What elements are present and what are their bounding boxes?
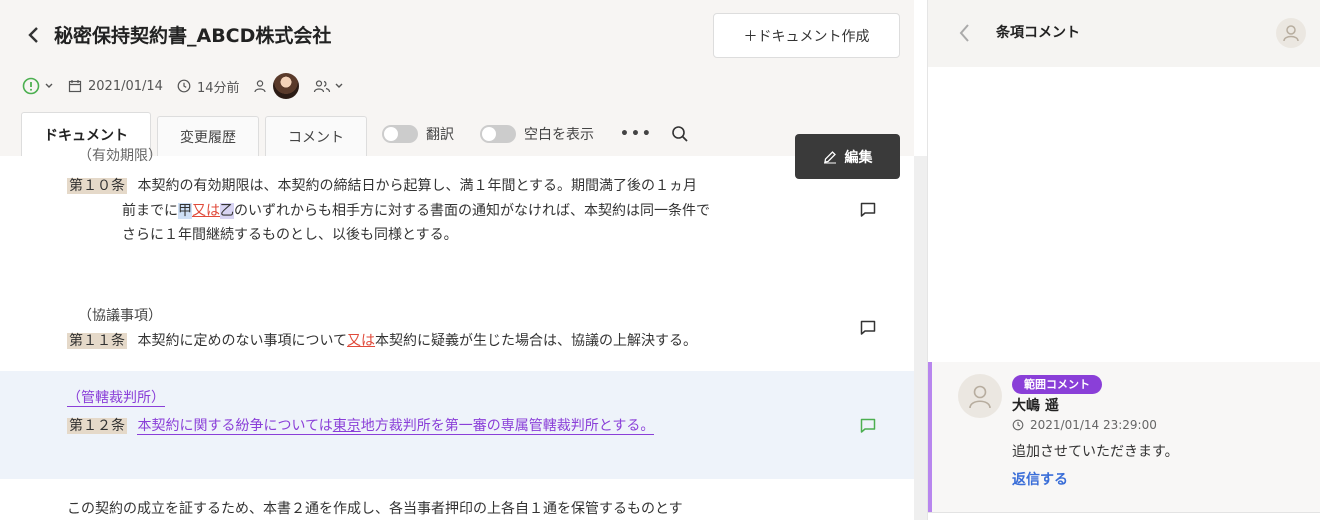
document-tabs: ドキュメント 変更履歴 コメント	[21, 112, 373, 156]
calendar-icon	[68, 80, 82, 93]
people-icon	[314, 80, 331, 93]
show-blank-label: 空白を表示	[524, 127, 594, 143]
alert-circle-icon	[22, 77, 40, 95]
edit-label: 編集	[844, 149, 873, 166]
main-pane: 秘密保持契約書_ABCD株式会社 ＋ドキュメント作成 2021/01/14 14…	[0, 0, 914, 520]
chevron-left-icon	[28, 27, 38, 43]
date-info: 2021/01/14	[68, 79, 163, 94]
document-body: （有効期限） 第１０条 本契約の有効期限は、本契約の締結日から起算し、満１年間と…	[0, 148, 914, 520]
comment-panel: 条項コメント 範囲コメント 大嶋 遥 2021/01/14 23:29:00 追…	[928, 0, 1320, 520]
article-10-line-1: 第１０条 本契約の有効期限は、本契約の締結日から起算し、満１年間とする。期間満了…	[67, 174, 697, 198]
chevron-down-icon	[335, 83, 343, 88]
article-text: 本契約に疑義が生じた場合は、協議の上解決する。	[375, 333, 698, 349]
panel-back-button[interactable]	[958, 21, 978, 45]
avatar[interactable]	[273, 73, 300, 99]
timestamp-text: 2021/01/14 23:29:00	[1030, 418, 1157, 432]
panel-header: 条項コメント	[928, 0, 1320, 67]
range-comment-badge: 範囲コメント	[1012, 375, 1102, 394]
view-toggles: 翻訳 空白を表示 •••	[382, 120, 689, 148]
article-12-line: 第１２条 本契約に関する紛争については東京地方裁判所を第一審の専属管轄裁判所とす…	[67, 414, 655, 438]
scrollbar[interactable]	[914, 156, 928, 520]
change-mark[interactable]: 又は	[192, 203, 220, 219]
translate-toggle[interactable]	[382, 125, 418, 143]
chevron-left-icon	[959, 24, 969, 42]
comment-timestamp: 2021/01/14 23:29:00	[1012, 418, 1157, 432]
article-11-line: 第１１条 本契約に定めのない事項について又は本契約に疑義が生じた場合は、協議の上…	[67, 329, 697, 353]
party-b-highlight[interactable]: 乙	[220, 203, 234, 219]
article-10-line-3: さらに１年間継続するものとし、以後も同様とする。	[122, 227, 458, 243]
comment-text: 追加させていただきます。	[1012, 444, 1179, 460]
avatar	[958, 374, 1002, 418]
create-document-button[interactable]: ＋ドキュメント作成	[713, 13, 900, 58]
person-icon	[969, 385, 991, 409]
article-heading: （有効期限）	[78, 148, 162, 164]
tab-comments[interactable]: コメント	[265, 116, 367, 156]
article-text: 本契約に関する紛争については	[137, 418, 333, 434]
document-meta: 2021/01/14 14分前	[22, 73, 358, 99]
translate-label: 翻訳	[426, 127, 454, 143]
tab-history[interactable]: 変更履歴	[157, 116, 259, 156]
divider	[928, 512, 1320, 513]
status-dropdown[interactable]	[22, 77, 54, 95]
edit-button[interactable]: 編集	[795, 134, 900, 179]
article-12-heading: （管轄裁判所）	[67, 386, 165, 410]
article-number: 第１０条	[67, 178, 127, 194]
search-icon[interactable]	[671, 125, 689, 143]
article-number: 第１２条	[67, 418, 127, 434]
comment-icon[interactable]	[859, 417, 877, 435]
page-title: 秘密保持契約書_ABCD株式会社	[54, 25, 332, 47]
article-heading: （管轄裁判所）	[67, 390, 165, 407]
clock-icon	[1012, 419, 1024, 431]
comment-card[interactable]: 範囲コメント 大嶋 遥 2021/01/14 23:29:00 追加させていただ…	[928, 362, 1320, 512]
article-text: 前までに	[122, 203, 178, 219]
person-icon	[1283, 25, 1299, 42]
article-text: 地方裁判所を第一審の専属管轄裁判所とする。	[360, 418, 655, 434]
party-a-highlight[interactable]: 甲	[178, 203, 192, 219]
article-11-heading: （協議事項）	[78, 308, 162, 324]
elapsed-info: 14分前	[177, 77, 240, 96]
article-text: 本契約に定めのない事項について	[137, 333, 348, 349]
members-dropdown[interactable]	[313, 79, 344, 93]
owner-info[interactable]	[253, 73, 300, 99]
comment-icon[interactable]	[859, 319, 877, 337]
elapsed-time: 14分前	[196, 80, 240, 96]
back-button[interactable]	[22, 22, 44, 48]
place-mark[interactable]: 東京	[333, 418, 361, 434]
document-date: 2021/01/14	[88, 78, 163, 94]
more-options-button[interactable]: •••	[620, 126, 653, 142]
edit-icon	[823, 150, 836, 163]
translate-toggle-group: 翻訳	[382, 124, 454, 144]
show-blank-toggle[interactable]	[480, 125, 516, 143]
show-blank-toggle-group: 空白を表示	[480, 124, 594, 144]
reply-link[interactable]: 返信する	[1012, 469, 1068, 489]
article-text: のいずれからも相手方に対する書面の通知がなければ、本契約は同一条件で	[234, 203, 710, 219]
chevron-down-icon	[45, 83, 53, 88]
comment-icon[interactable]	[859, 201, 877, 219]
document-header: 秘密保持契約書_ABCD株式会社 ＋ドキュメント作成 2021/01/14 14…	[0, 0, 914, 156]
article-text: 本契約の有効期限は、本契約の締結日から起算し、満１年間とする。期間満了後の１ヵ月	[137, 178, 698, 194]
article-10-line-2: 前までに甲又は乙のいずれからも相手方に対する書面の通知がなければ、本契約は同一条…	[122, 199, 710, 223]
comment-author: 大嶋 遥	[1012, 398, 1059, 414]
user-avatar[interactable]	[1276, 18, 1306, 48]
clock-icon	[177, 79, 191, 93]
panel-title: 条項コメント	[996, 25, 1080, 41]
article-number: 第１１条	[67, 333, 127, 349]
closing-text: この契約の成立を証するため、本書２通を作成し、各当事者押印の上各自１通を保管する…	[67, 501, 683, 517]
person-icon	[254, 80, 267, 93]
change-mark[interactable]: 又は	[347, 333, 375, 349]
